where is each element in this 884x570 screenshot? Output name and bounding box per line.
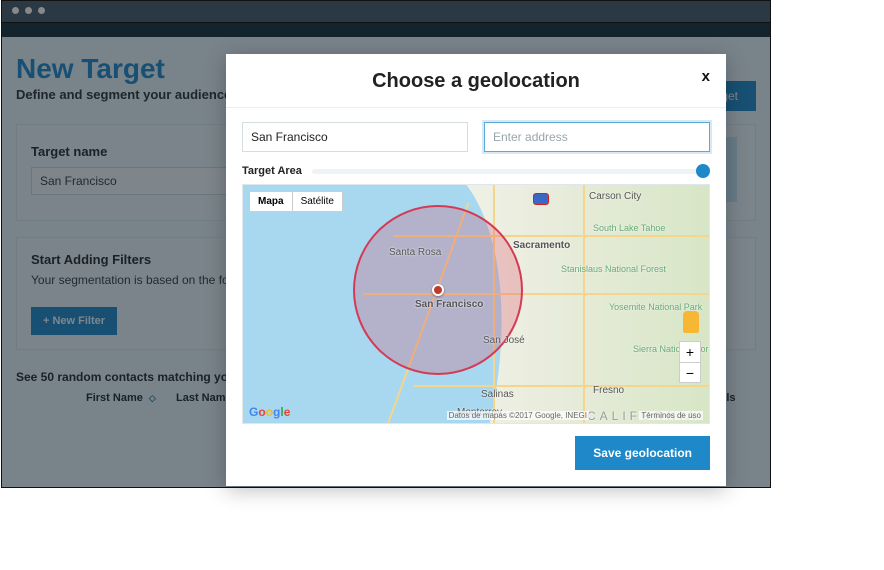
modal-title: Choose a geolocation xyxy=(226,70,726,93)
slider-track xyxy=(312,169,710,174)
city-label: Fresno xyxy=(593,385,624,396)
modal-close-button[interactable]: x xyxy=(702,68,710,85)
park-label: Stanislaus National Forest xyxy=(561,265,666,275)
traffic-light-minimize[interactable] xyxy=(25,7,32,14)
traffic-light-zoom[interactable] xyxy=(38,7,45,14)
modal-header: Choose a geolocation x xyxy=(226,54,726,108)
traffic-light-close[interactable] xyxy=(12,7,19,14)
zoom-out-button[interactable]: − xyxy=(680,362,700,382)
google-logo: Google xyxy=(249,405,290,419)
city-label: Santa Rosa xyxy=(389,247,441,258)
city-label: Sacramento xyxy=(513,240,570,251)
map-road xyxy=(413,385,710,387)
map-center-pin-icon[interactable] xyxy=(432,284,444,296)
city-label: Carson City xyxy=(589,191,641,202)
map-type-map[interactable]: Mapa xyxy=(250,192,292,211)
highway-shield-icon xyxy=(533,193,549,205)
map-canvas[interactable]: San Francisco San José Sacramento Santa … xyxy=(242,184,710,424)
map-road xyxy=(583,185,585,424)
save-geolocation-button[interactable]: Save geolocation xyxy=(575,436,710,470)
streetview-pegman-icon[interactable] xyxy=(683,311,699,333)
target-area-slider[interactable] xyxy=(312,164,710,178)
window-chrome xyxy=(1,0,771,22)
city-label: San José xyxy=(483,335,525,346)
map-type-satellite[interactable]: Satélite xyxy=(292,192,342,211)
geolocation-address-input[interactable] xyxy=(484,122,710,152)
slider-thumb[interactable] xyxy=(696,164,710,178)
map-terms-link[interactable]: Términos de uso xyxy=(639,411,703,420)
geolocation-modal: Choose a geolocation x Target Area xyxy=(226,54,726,486)
map-zoom-control: + − xyxy=(679,341,701,383)
target-area-label: Target Area xyxy=(242,165,302,177)
map-type-switch: Mapa Satélite xyxy=(249,191,343,212)
park-label: South Lake Tahoe xyxy=(593,223,665,233)
modal-body: Target Area San Francisco San José Sacra… xyxy=(226,108,726,486)
map-attribution: Datos de mapas ©2017 Google, INEGI xyxy=(447,411,589,420)
zoom-in-button[interactable]: + xyxy=(680,342,700,362)
city-label: San Francisco xyxy=(415,299,483,310)
city-label: Salinas xyxy=(481,389,514,400)
geolocation-name-input[interactable] xyxy=(242,122,468,152)
